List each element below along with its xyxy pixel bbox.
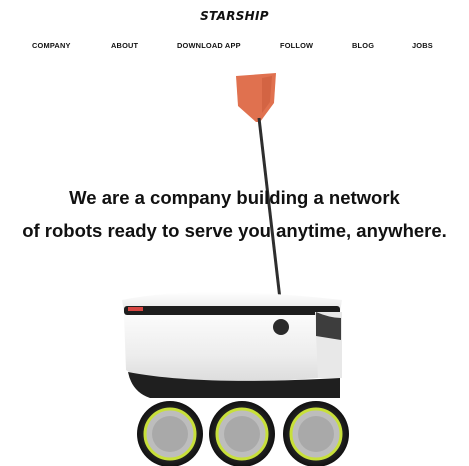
hero-headline: We are a company building a network of r… xyxy=(0,181,469,247)
flag xyxy=(236,73,276,122)
hero-line-1: We are a company building a network xyxy=(69,187,400,209)
robot-body xyxy=(122,292,342,398)
robot-wheels xyxy=(137,401,349,466)
hero-line-2: of robots ready to serve you anytime, an… xyxy=(22,220,447,242)
